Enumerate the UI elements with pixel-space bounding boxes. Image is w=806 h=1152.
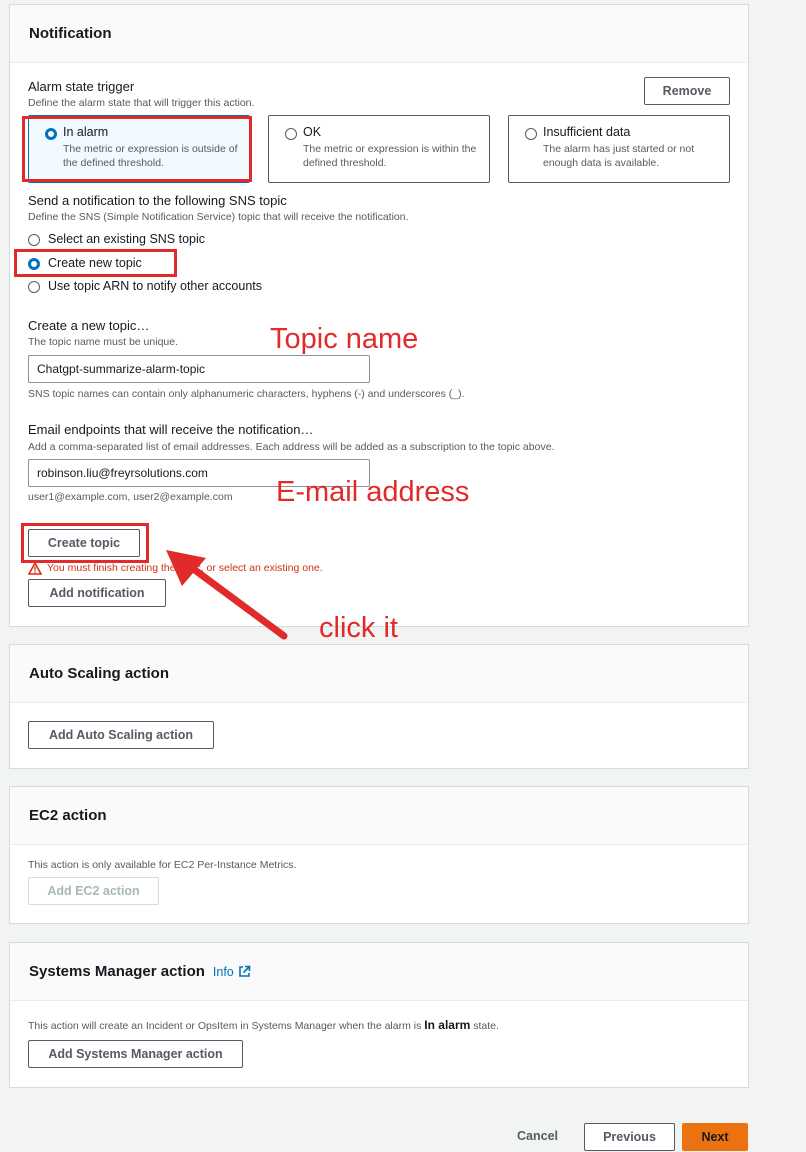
email-hint: user1@example.com, user2@example.com <box>28 491 233 503</box>
annotation-click-it: click it <box>319 612 398 644</box>
red-arrow-icon <box>166 550 288 640</box>
notification-title: Notification <box>29 25 112 42</box>
state-desc: The metric or expression is within the d… <box>303 143 477 169</box>
radio-topic-arn[interactable] <box>28 281 40 293</box>
ssm-desc-suffix: state. <box>473 1020 499 1032</box>
autoscaling-header: Auto Scaling action <box>10 645 748 703</box>
radio-existing-topic[interactable] <box>28 234 40 246</box>
state-title: OK <box>303 125 322 139</box>
state-card-insufficient-data[interactable]: Insufficient data The alarm has just sta… <box>508 115 730 183</box>
autoscaling-panel: Auto Scaling action <box>9 644 749 769</box>
cancel-button[interactable]: Cancel <box>517 1129 558 1143</box>
radio-insufficient-data[interactable] <box>525 128 537 140</box>
next-button[interactable]: Next <box>682 1123 748 1151</box>
ec2-header: EC2 action <box>10 787 748 845</box>
email-desc: Add a comma-separated list of email addr… <box>28 441 555 453</box>
add-ec2-button[interactable]: Add EC2 action <box>28 877 159 905</box>
ssm-desc: This action will create an Incident or O… <box>28 1018 499 1032</box>
remove-button[interactable]: Remove <box>644 77 730 105</box>
notification-header: Notification <box>10 5 748 63</box>
previous-button[interactable]: Previous <box>584 1123 675 1151</box>
new-topic-desc: The topic name must be unique. <box>28 336 179 348</box>
highlight-create-new-topic <box>14 249 177 277</box>
option-topic-arn[interactable]: Use topic ARN to notify other accounts <box>48 279 262 293</box>
topic-name-input[interactable]: Chatgpt-summarize-alarm-topic <box>28 355 370 383</box>
highlight-in-alarm <box>22 116 252 182</box>
topic-name-hint: SNS topic names can contain only alphanu… <box>28 388 465 400</box>
sns-desc: Define the SNS (Simple Notification Serv… <box>28 211 409 223</box>
info-link[interactable]: Info <box>213 965 234 979</box>
option-existing-topic[interactable]: Select an existing SNS topic <box>48 232 205 246</box>
alarm-trigger-desc: Define the alarm state that will trigger… <box>28 97 255 109</box>
highlight-create-topic <box>21 523 149 563</box>
ssm-desc-bold: In alarm <box>424 1018 471 1032</box>
ssm-title: Systems Manager action <box>29 963 205 980</box>
annotation-topic-name: Topic name <box>270 323 419 355</box>
autoscaling-title: Auto Scaling action <box>29 665 170 682</box>
warning-triangle-icon <box>27 561 43 575</box>
annotation-email-address: E-mail address <box>276 476 470 508</box>
radio-ok[interactable] <box>285 128 297 140</box>
ec2-title: EC2 action <box>29 807 107 824</box>
ec2-desc: This action is only available for EC2 Pe… <box>28 859 297 871</box>
add-ssm-button[interactable]: Add Systems Manager action <box>28 1040 243 1068</box>
email-label: Email endpoints that will receive the no… <box>28 422 314 437</box>
new-topic-label: Create a new topic… <box>28 318 150 333</box>
external-link-icon[interactable] <box>238 965 251 978</box>
alarm-trigger-label: Alarm state trigger <box>28 79 135 94</box>
ssm-desc-prefix: This action will create an Incident or O… <box>28 1020 422 1032</box>
state-title: Insufficient data <box>543 125 631 139</box>
add-notification-button[interactable]: Add notification <box>28 579 166 607</box>
ssm-header: Systems Manager action Info <box>10 943 748 1001</box>
state-card-ok[interactable]: OK The metric or expression is within th… <box>268 115 490 183</box>
state-desc: The alarm has just started or not enough… <box>543 143 695 169</box>
add-autoscaling-button[interactable]: Add Auto Scaling action <box>28 721 214 749</box>
sns-label: Send a notification to the following SNS… <box>28 193 287 208</box>
